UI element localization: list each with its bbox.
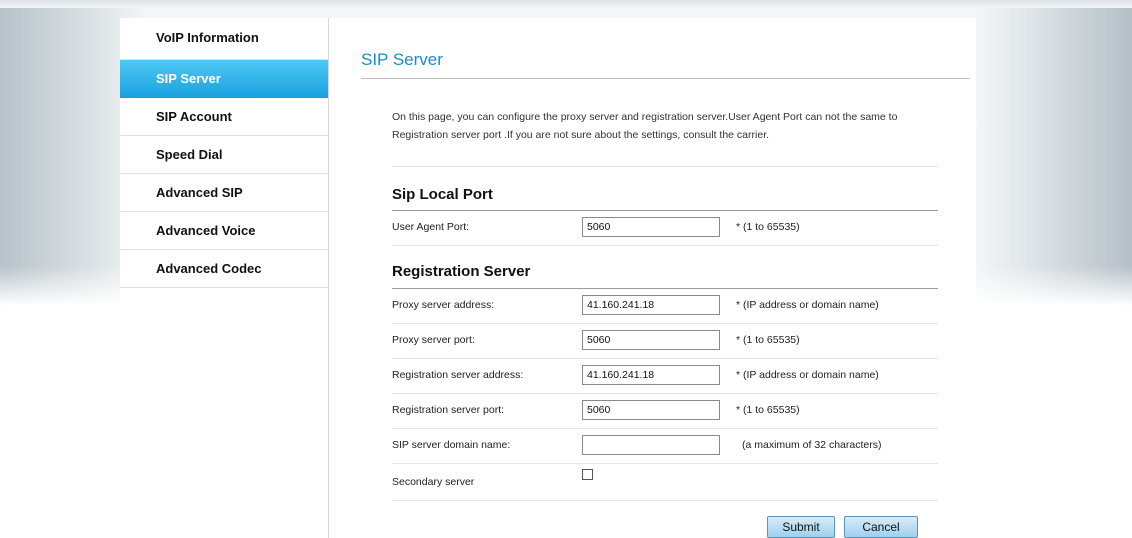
sidebar-item-voip-information[interactable]: VoIP Information xyxy=(120,18,328,60)
sidebar-item-advanced-sip[interactable]: Advanced SIP xyxy=(120,174,328,212)
cancel-button[interactable]: Cancel xyxy=(844,516,918,538)
form-row-proxy-server-address: Proxy server address: * (IP address or d… xyxy=(392,289,938,324)
section-title-sip-local-port: Sip Local Port xyxy=(392,186,493,203)
page-description: On this page, you can configure the prox… xyxy=(392,111,898,141)
sip-server-domain-name-label: SIP server domain name: xyxy=(392,439,511,451)
user-agent-port-input[interactable] xyxy=(582,217,720,237)
proxy-server-address-hint: * (IP address or domain name) xyxy=(736,299,879,311)
sip-server-domain-name-input[interactable] xyxy=(582,435,720,455)
registration-server-port-label: Registration server port: xyxy=(392,404,505,416)
sip-server-domain-name-hint: (a maximum of 32 characters) xyxy=(742,439,882,451)
registration-server-port-hint: * (1 to 65535) xyxy=(736,404,800,416)
form-row-user-agent-port: User Agent Port: * (1 to 65535) xyxy=(392,211,938,246)
submit-button[interactable]: Submit xyxy=(767,516,835,538)
proxy-server-address-label: Proxy server address: xyxy=(392,299,495,311)
sidebar-item-speed-dial[interactable]: Speed Dial xyxy=(120,136,328,174)
form-row-sip-server-domain-name: SIP server domain name: (a maximum of 32… xyxy=(392,429,938,464)
user-agent-port-hint: * (1 to 65535) xyxy=(736,221,800,233)
section-title-registration-server: Registration Server xyxy=(392,263,531,280)
proxy-server-port-label: Proxy server port: xyxy=(392,334,475,346)
sidebar-item-sip-server[interactable]: SIP Server xyxy=(120,60,328,98)
proxy-server-port-input[interactable] xyxy=(582,330,720,350)
form-row-registration-server-address: Registration server address: * (IP addre… xyxy=(392,359,938,394)
registration-server-address-hint: * (IP address or domain name) xyxy=(736,369,879,381)
title-divider xyxy=(361,78,970,79)
sidebar-item-advanced-codec[interactable]: Advanced Codec xyxy=(120,250,328,288)
page-top-strip xyxy=(0,0,1132,8)
secondary-server-label: Secondary server xyxy=(392,476,475,488)
sidebar-item-sip-account[interactable]: SIP Account xyxy=(120,98,328,136)
proxy-server-address-input[interactable] xyxy=(582,295,720,315)
form-row-registration-server-port: Registration server port: * (1 to 65535) xyxy=(392,394,938,429)
form-row-proxy-server-port: Proxy server port: * (1 to 65535) xyxy=(392,324,938,359)
description-divider xyxy=(392,166,938,167)
sidebar-nav: VoIP Information SIP Server SIP Account … xyxy=(120,18,329,538)
proxy-server-port-hint: * (1 to 65535) xyxy=(736,334,800,346)
user-agent-port-label: User Agent Port: xyxy=(392,221,470,233)
page-title: SIP Server xyxy=(361,50,443,69)
secondary-server-checkbox[interactable] xyxy=(582,469,593,480)
form-row-secondary-server: Secondary server xyxy=(392,464,938,501)
registration-server-address-input[interactable] xyxy=(582,365,720,385)
registration-server-port-input[interactable] xyxy=(582,400,720,420)
registration-server-address-label: Registration server address: xyxy=(392,369,524,381)
sidebar-item-advanced-voice[interactable]: Advanced Voice xyxy=(120,212,328,250)
